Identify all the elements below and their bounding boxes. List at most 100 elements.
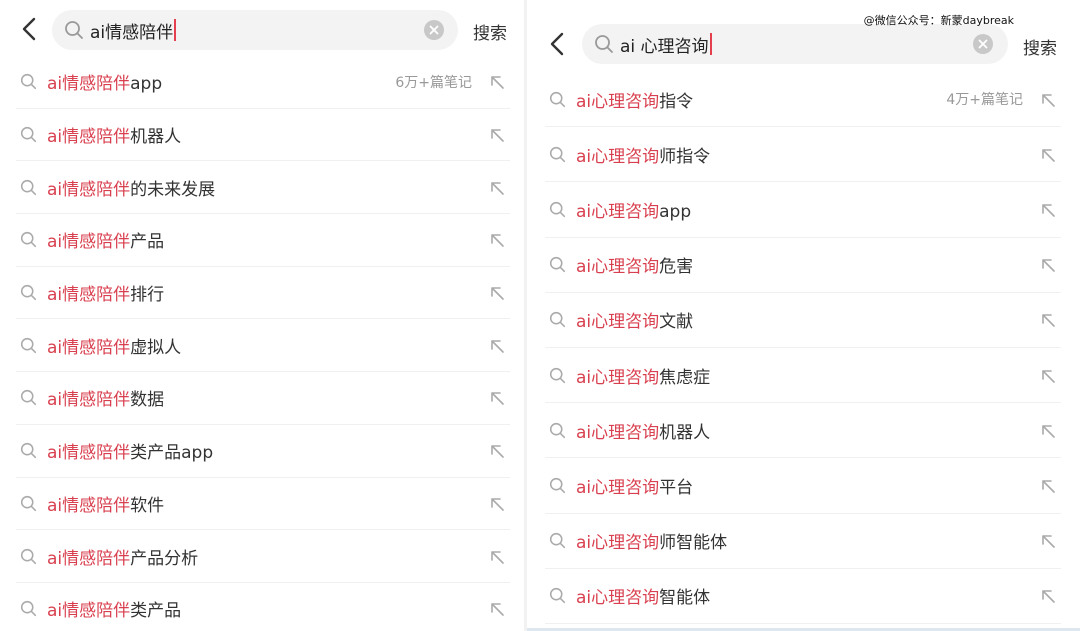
clear-button[interactable] [973, 34, 993, 54]
arrow-up-left-icon[interactable] [488, 73, 506, 91]
suggestion-list: ai心理咨询指令 4万+篇笔记 ai心理咨询师指令 ai心理咨询app ai心理咨询危害… [545, 72, 1061, 624]
arrow-up-left-icon[interactable] [488, 231, 506, 249]
suggestion-highlight: ai心理咨询 [576, 201, 660, 222]
arrow-up-left-icon[interactable] [1039, 311, 1057, 329]
suggestion-row[interactable]: ai情感陪伴的未来发展 [16, 161, 510, 215]
suggestion-highlight: ai情感陪伴 [47, 390, 131, 411]
search-icon [20, 126, 37, 143]
suggestion-row[interactable]: ai心理咨询师智能体 [545, 514, 1061, 569]
search-icon [20, 601, 37, 617]
suggestion-highlight: ai心理咨询 [576, 422, 660, 443]
suggestion-suffix: 数据 [130, 390, 165, 411]
search-icon [549, 312, 566, 328]
suggestion-row[interactable]: ai情感陪伴数据 [16, 372, 510, 425]
suggestion-row[interactable]: ai情感陪伴排行 [16, 267, 510, 320]
search-icon [20, 495, 37, 511]
suggestion-row[interactable]: ai情感陪伴虚拟人 [16, 319, 510, 373]
suggestion-highlight: ai心理咨询 [576, 257, 660, 278]
suggestion-suffix: 类产品 [130, 601, 182, 622]
suggestion-row[interactable]: ai心理咨询师指令 [545, 127, 1061, 183]
suggestion-row[interactable]: ai心理咨询平台 [545, 458, 1061, 514]
back-button[interactable] [18, 14, 40, 44]
suggestion-suffix: 的未来发展 [130, 179, 216, 200]
search-icon [20, 337, 37, 353]
suggestion-row[interactable]: ai情感陪伴软件 [16, 478, 510, 531]
right-search-panel: ai 心理咨询 搜索 ai心理咨询指令 4万+篇笔记 ai心理咨询师指令 ai心理咨询… [527, 0, 1080, 631]
suggestion-text: ai心理咨询指令 [576, 87, 693, 112]
suggestion-list: ai情感陪伴app 6万+篇笔记 ai情感陪伴机器人 ai情感陪伴的未来发展 ai情感陪… [16, 56, 510, 631]
search-button[interactable]: 搜索 [473, 19, 507, 44]
clear-icon [429, 25, 439, 35]
watermark: @微信公众号：新蒙daybreak [863, 14, 1014, 27]
suggestion-row[interactable]: ai情感陪伴类产品app [16, 425, 510, 478]
suggestion-row[interactable]: ai心理咨询智能体 [545, 569, 1061, 624]
search-button[interactable]: 搜索 [1023, 34, 1057, 59]
clear-button[interactable] [424, 20, 444, 40]
back-button[interactable] [546, 29, 568, 59]
suggestion-highlight: ai心理咨询 [576, 477, 660, 498]
suggestion-suffix: 危害 [659, 257, 694, 278]
suggestion-highlight: ai心理咨询 [576, 312, 660, 333]
arrow-up-left-icon[interactable] [488, 548, 506, 566]
arrow-up-left-icon[interactable] [488, 495, 506, 513]
search-icon [20, 548, 37, 564]
arrow-up-left-icon[interactable] [1039, 422, 1057, 440]
arrow-up-left-icon[interactable] [488, 337, 506, 355]
arrow-up-left-icon[interactable] [1039, 587, 1057, 605]
suggestion-row[interactable]: ai情感陪伴类产品 [16, 583, 510, 631]
suggestion-text: ai心理咨询师智能体 [576, 528, 727, 553]
suggestion-highlight: ai情感陪伴 [47, 74, 131, 95]
suggestion-row[interactable]: ai情感陪伴app 6万+篇笔记 [16, 56, 510, 109]
suggestion-suffix: 机器人 [659, 422, 711, 443]
arrow-up-left-icon[interactable] [1039, 201, 1057, 219]
suggestion-highlight: ai情感陪伴 [47, 601, 131, 622]
text-caret [174, 19, 177, 41]
arrow-up-left-icon[interactable] [1039, 256, 1057, 274]
search-icon [549, 146, 566, 162]
arrow-up-left-icon[interactable] [1039, 477, 1057, 495]
suggestion-text: ai心理咨询机器人 [576, 418, 710, 443]
suggestion-text: ai情感陪伴排行 [47, 280, 164, 305]
arrow-up-left-icon[interactable] [488, 284, 506, 302]
arrow-up-left-icon[interactable] [488, 442, 506, 460]
arrow-up-left-icon[interactable] [488, 179, 506, 197]
suggestion-suffix: 产品 [130, 232, 165, 253]
search-icon [549, 588, 566, 604]
suggestion-highlight: ai心理咨询 [576, 91, 660, 112]
suggestion-suffix: 机器人 [130, 127, 182, 148]
suggestion-row[interactable]: ai情感陪伴机器人 [16, 109, 510, 162]
suggestion-row[interactable]: ai心理咨询焦虑症 [545, 348, 1061, 404]
suggestion-row[interactable]: ai情感陪伴产品 [16, 214, 510, 267]
search-icon [20, 74, 37, 90]
suggestion-highlight: ai情感陪伴 [47, 285, 131, 306]
suggestion-highlight: ai情感陪伴 [47, 127, 131, 148]
suggestion-text: ai心理咨询危害 [576, 252, 693, 277]
search-icon [20, 285, 37, 301]
arrow-up-left-icon[interactable] [1039, 146, 1057, 164]
search-icon [549, 201, 566, 218]
suggestion-highlight: ai心理咨询 [576, 367, 660, 388]
search-input[interactable]: ai情感陪伴 [52, 10, 458, 50]
search-icon [20, 179, 37, 195]
suggestion-suffix: 虚拟人 [130, 337, 182, 358]
arrow-up-left-icon[interactable] [1039, 367, 1057, 385]
suggestion-row[interactable]: ai情感陪伴产品分析 [16, 530, 510, 583]
arrow-up-left-icon[interactable] [488, 126, 506, 144]
arrow-up-left-icon[interactable] [1039, 532, 1057, 550]
note-count: 4万+篇笔记 [946, 92, 1023, 109]
suggestion-suffix: 焦虑症 [659, 367, 711, 388]
search-input[interactable]: ai 心理咨询 [582, 24, 1008, 64]
search-icon [20, 443, 37, 459]
suggestion-highlight: ai心理咨询 [576, 146, 660, 167]
suggestion-row[interactable]: ai心理咨询文献 [545, 293, 1061, 348]
arrow-up-left-icon[interactable] [1039, 91, 1057, 109]
suggestion-row[interactable]: ai心理咨询app [545, 182, 1061, 238]
suggestion-row[interactable]: ai心理咨询指令 4万+篇笔记 [545, 72, 1061, 128]
suggestion-suffix: 文献 [659, 312, 694, 333]
arrow-up-left-icon[interactable] [488, 600, 506, 618]
suggestion-text: ai情感陪伴app [47, 69, 162, 94]
suggestion-row[interactable]: ai心理咨询机器人 [545, 403, 1061, 459]
suggestion-row[interactable]: ai心理咨询危害 [545, 238, 1061, 293]
arrow-up-left-icon[interactable] [488, 389, 506, 407]
suggestion-suffix: app [130, 74, 163, 95]
